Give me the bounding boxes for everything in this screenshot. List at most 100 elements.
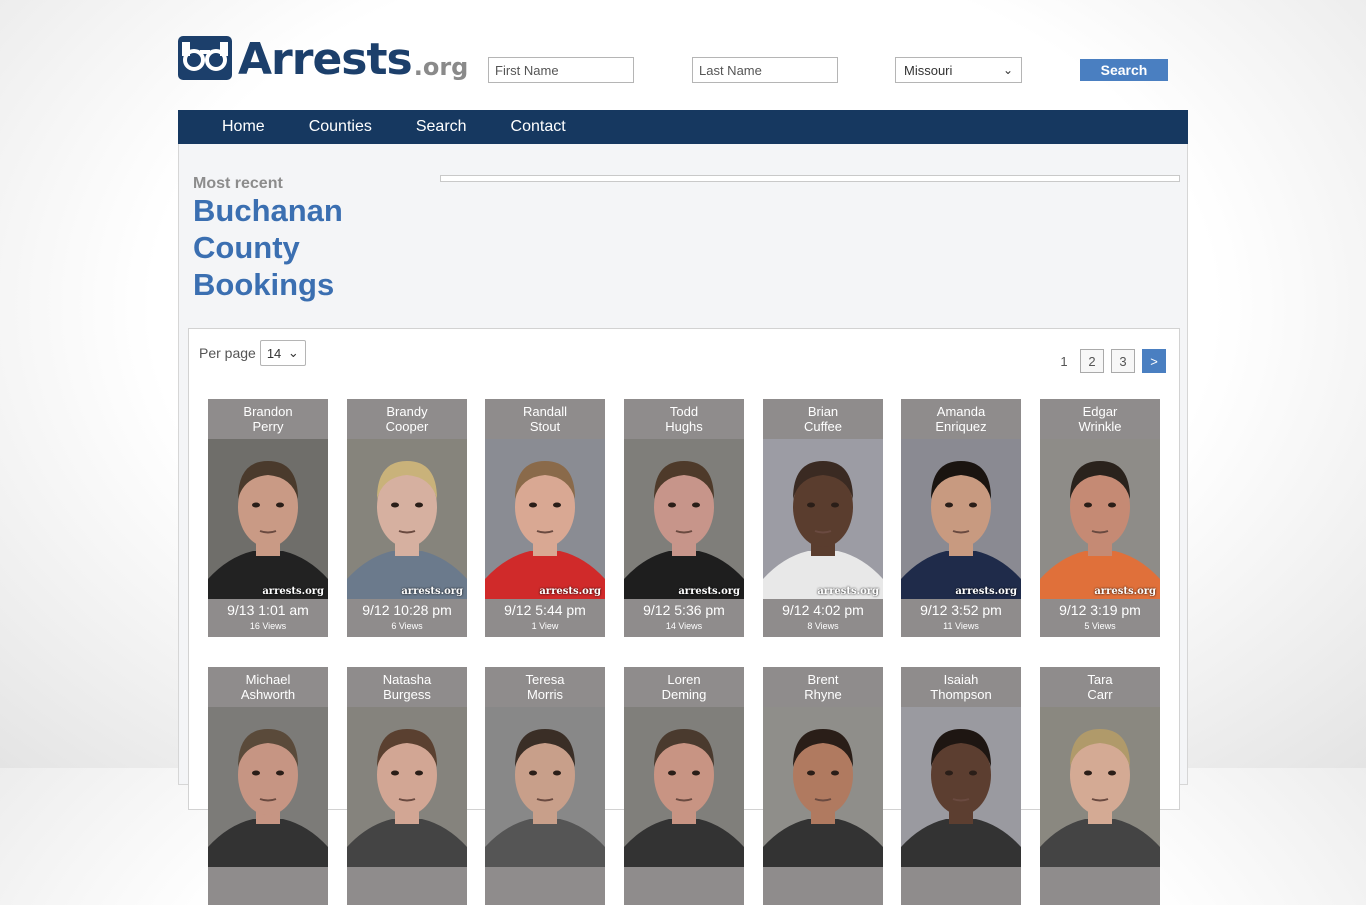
booking-date: 9/12 4:02 pm [782,602,864,618]
inmate-last-name: Cuffee [803,419,843,434]
watermark: arrests.org [401,586,463,597]
inmate-name[interactable]: Brent Rhyne [763,667,883,707]
nav-home[interactable]: Home [200,110,287,144]
booking-card[interactable]: Isaiah Thompson [901,667,1021,905]
mugshot-photo[interactable]: arrests.org [624,439,744,599]
site-logo[interactable]: Arrests .org [178,34,468,82]
booking-card[interactable]: Michael Ashworth [208,667,328,905]
inmate-first-name: Brent [807,672,839,687]
mugshot-photo[interactable] [1040,707,1160,867]
inmate-name[interactable]: Natasha Burgess [347,667,467,707]
view-count: 8 Views [807,621,839,631]
inmate-name[interactable]: Edgar Wrinkle [1040,399,1160,439]
per-page-select[interactable]: 14 ⌄ [259,340,306,366]
mugshot-photo[interactable] [208,707,328,867]
mugshot-portrait-icon [208,729,328,867]
booking-card[interactable]: Brandy Cooper arrests.org 9/12 10:28 pm 6 Vi… [347,399,467,637]
mugshot-portrait-icon [485,729,605,867]
inmate-name[interactable]: Brandy Cooper [347,399,467,439]
booking-card[interactable]: Brent Rhyne [763,667,883,905]
nav-search[interactable]: Search [394,110,489,144]
page-title-line: County [193,230,300,265]
booking-card[interactable]: Tara Carr [1040,667,1160,905]
watermark: arrests.org [678,586,740,597]
mugshot-photo[interactable]: arrests.org [485,439,605,599]
mugshot-photo[interactable]: arrests.org [763,439,883,599]
booking-date: 9/13 1:01 am [227,602,309,618]
inmate-name[interactable]: Brian Cuffee [763,399,883,439]
last-name-input[interactable] [692,57,838,83]
nav-counties[interactable]: Counties [287,110,394,144]
inmate-last-name: Rhyne [804,687,842,702]
inmate-first-name: Loren [667,672,701,687]
inmate-last-name: Stout [529,419,561,434]
watermark: arrests.org [539,586,601,597]
inmate-first-name: Brian [807,404,839,419]
mugshot-photo[interactable] [901,707,1021,867]
state-select[interactable]: Missouri ⌄ [895,57,1022,83]
chevron-down-icon: ⌄ [287,345,299,360]
page-link[interactable]: 3 [1111,349,1135,373]
inmate-name[interactable]: Randall Stout [485,399,605,439]
inmate-name[interactable]: Loren Deming [624,667,744,707]
mugshot-photo[interactable]: arrests.org [208,439,328,599]
mugshot-photo[interactable] [485,707,605,867]
inmate-last-name: Burgess [383,687,431,702]
mugshot-portrait-icon [1040,729,1160,867]
view-count: 6 Views [391,621,423,631]
booking-card[interactable]: Teresa Morris [485,667,605,905]
watermark: arrests.org [955,586,1017,597]
inmate-first-name: Amanda [936,404,986,419]
inmate-name[interactable]: Teresa Morris [485,667,605,707]
mugshot-photo[interactable]: arrests.org [1040,439,1160,599]
mugshot-photo[interactable]: arrests.org [901,439,1021,599]
inmate-name[interactable]: Amanda Enriquez [901,399,1021,439]
search-button[interactable]: Search [1080,59,1168,81]
booking-card[interactable]: Brian Cuffee arrests.org 9/12 4:02 pm 8 View… [763,399,883,637]
view-count: 5 Views [1084,621,1116,631]
mugshot-portrait-icon [901,461,1021,599]
inmate-first-name: Michael [245,672,291,687]
mugshot-photo[interactable]: arrests.org [347,439,467,599]
booking-date: 9/12 3:52 pm [920,602,1002,618]
handcuffs-logo-icon [178,36,232,80]
page-title-line: Bookings [193,267,335,302]
inmate-last-name: Deming [661,687,707,702]
inmate-last-name: Morris [526,687,564,702]
nav-contact[interactable]: Contact [489,110,588,144]
mugshot-photo[interactable] [624,707,744,867]
view-count: 14 Views [665,621,703,631]
booking-card[interactable]: Randall Stout arrests.org 9/12 5:44 pm 1 Vie… [485,399,605,637]
booking-card[interactable]: Todd Hughs arrests.org 9/12 5:36 pm 14 Views [624,399,744,637]
booking-card[interactable]: Brandon Perry arrests.org 9/13 1:01 am 16 Vi… [208,399,328,637]
mugshot-photo[interactable] [347,707,467,867]
inmate-name[interactable]: Tara Carr [1040,667,1160,707]
inmate-first-name: Randall [522,404,568,419]
booking-card[interactable]: Edgar Wrinkle arrests.org 9/12 3:19 pm 5 Vie… [1040,399,1160,637]
view-count: 1 View [531,621,559,631]
page-title: Buchanan County Bookings [193,192,413,303]
inmate-name[interactable]: Michael Ashworth [208,667,328,707]
content-panel: Most recent Buchanan County Bookings Per… [178,144,1188,905]
inmate-first-name: Isaiah [943,672,979,687]
inmate-name[interactable]: Todd Hughs [624,399,744,439]
next-page-button[interactable]: > [1142,349,1166,373]
per-page-value: 14 [266,345,282,361]
page-current: 1 [1060,353,1068,369]
inmate-first-name: Tara [1087,672,1113,687]
booking-card[interactable]: Natasha Burgess [347,667,467,905]
mugshot-portrait-icon [763,461,883,599]
mugshot-portrait-icon [347,729,467,867]
page-link[interactable]: 2 [1080,349,1104,373]
booking-card[interactable]: Amanda Enriquez arrests.org 9/12 3:52 pm 11 … [901,399,1021,637]
inmate-name[interactable]: Brandon Perry [208,399,328,439]
inmate-first-name: Edgar [1082,404,1118,419]
booking-date: 9/12 10:28 pm [362,602,452,618]
booking-card[interactable]: Loren Deming [624,667,744,905]
mugshot-portrait-icon [1040,461,1160,599]
mugshot-photo[interactable] [763,707,883,867]
inmate-name[interactable]: Isaiah Thompson [901,667,1021,707]
main-nav: Home Counties Search Contact [178,110,1188,144]
inmate-last-name: Thompson [930,687,992,702]
first-name-input[interactable] [488,57,634,83]
